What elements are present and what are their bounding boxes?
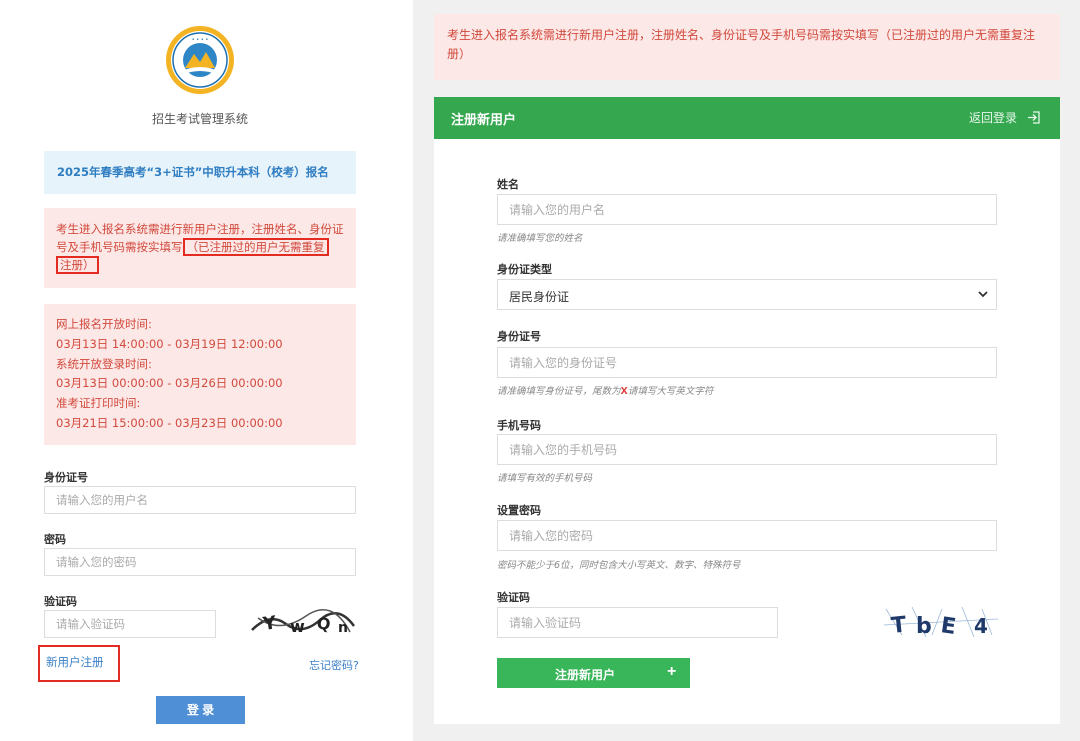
svg-text:T: T	[890, 613, 908, 639]
password-label: 密码	[44, 533, 66, 546]
new-user-register-link[interactable]: 新用户注册	[38, 645, 120, 682]
schedule-value-3: 03月21日 15:00:00 - 03月23日 00:00:00	[56, 415, 283, 430]
chevron-down-icon	[978, 291, 988, 298]
login-captcha-input[interactable]	[44, 610, 216, 638]
id-number-label: 身份证号	[497, 330, 541, 343]
id-type-value: 居民身份证	[509, 290, 570, 304]
register-notice: 考生进入报名系统需进行新用户注册，注册姓名、身份证号及手机号码需按实填写（已注册…	[434, 14, 1060, 80]
schedule-box: 网上报名开放时间: 03月13日 14:00:00 - 03月19日 12:00…	[44, 304, 356, 445]
svg-text:• • • •: • • • •	[192, 37, 209, 43]
registration-notice: 考生进入报名系统需进行新用户注册，注册姓名、身份证号及手机号码需按实填写 （已注册…	[44, 208, 356, 288]
login-panel: • • • • 招生考试管理系统 2025年春季高考“3+证书”中职升本科（校考…	[0, 0, 413, 741]
schedule-label-3: 准考证打印时间:	[56, 396, 141, 411]
login-id-input[interactable]	[44, 486, 356, 514]
school-logo: • • • •	[166, 26, 234, 94]
name-input[interactable]	[497, 194, 997, 225]
schedule-label-2: 系统开放登录时间:	[56, 356, 152, 371]
set-password-input[interactable]	[497, 520, 997, 551]
notice-highlight: （已注册过的用户无需重复	[182, 238, 329, 256]
system-title: 招生考试管理系统	[151, 112, 248, 126]
svg-text:n: n	[338, 620, 348, 636]
phone-hint: 请填写有效的手机号码	[497, 473, 593, 484]
login-password-input[interactable]	[44, 548, 356, 576]
register-button-label: 注册新用户	[555, 668, 616, 682]
forgot-password-link[interactable]: 忘记密码?	[309, 657, 359, 673]
register-button[interactable]: 注册新用户 +	[497, 658, 690, 688]
id-hint-x: X	[620, 386, 628, 397]
exit-icon	[1028, 111, 1040, 124]
captcha-image[interactable]: Y w Q n	[250, 604, 357, 638]
phone-input[interactable]	[497, 434, 997, 465]
notice-highlight-2: 注册）	[56, 256, 99, 274]
name-hint: 请准确填写您的姓名	[497, 233, 583, 244]
plus-icon: +	[667, 663, 677, 680]
back-to-login-label: 返回登录	[968, 111, 1017, 125]
svg-text:b: b	[916, 614, 932, 639]
set-password-label: 设置密码	[497, 504, 541, 517]
login-button[interactable]: 登 录	[156, 696, 245, 724]
id-hint-text: 请准确填写身份证号，尾数为	[497, 386, 621, 397]
id-type-label: 身份证类型	[497, 263, 552, 276]
schedule-label-1: 网上报名开放时间:	[56, 317, 152, 331]
schedule-value-2: 03月13日 00:00:00 - 03月26日 00:00:00	[56, 376, 283, 391]
svg-text:4: 4	[974, 614, 988, 638]
back-to-login-link[interactable]: 返回登录	[969, 109, 1040, 126]
register-captcha-input[interactable]	[497, 607, 778, 638]
id-number-input[interactable]	[497, 347, 997, 378]
schedule-value-1: 03月13日 14:00:00 - 03月19日 12:00:00	[56, 336, 283, 351]
id-number-hint: 请准确填写身份证号，尾数为X请填写大写英文字符	[497, 383, 713, 397]
id-type-select[interactable]: 居民身份证	[497, 279, 997, 310]
register-card-title: 注册新用户	[451, 113, 517, 128]
captcha-label: 验证码	[44, 595, 77, 608]
id-hint-text-2: 请填写大写英文字符	[627, 386, 714, 397]
register-captcha-image[interactable]: T b E 4	[882, 605, 1000, 639]
password-hint: 密码不能少于6位，同时包含大小写英文、数字、特殊符号	[497, 560, 741, 571]
phone-label: 手机号码	[497, 419, 541, 432]
register-card-header: 注册新用户 返回登录	[434, 97, 1060, 139]
exam-title-banner: 2025年春季高考“3+证书”中职升本科（校考）报名	[44, 151, 356, 194]
svg-text:w: w	[290, 617, 305, 636]
id-number-label: 身份证号	[44, 471, 88, 484]
register-captcha-label: 验证码	[497, 591, 530, 604]
name-label: 姓名	[497, 178, 519, 191]
